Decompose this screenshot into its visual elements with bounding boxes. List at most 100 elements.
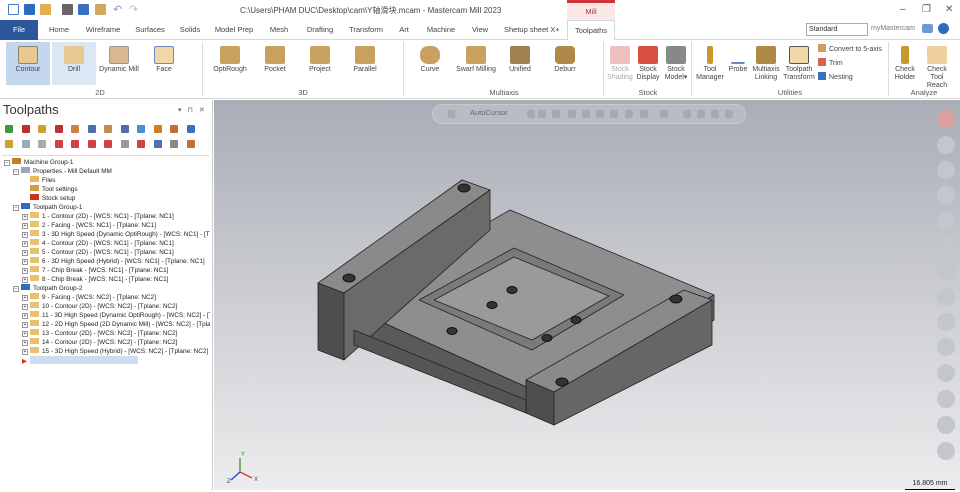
- view-control-button[interactable]: [937, 416, 955, 434]
- viewport-tool-icon[interactable]: [582, 110, 590, 118]
- tree-item[interactable]: +1 - Contour (2D) - [WCS: NC1] - [Tplane…: [22, 212, 174, 221]
- expand-toggle-icon[interactable]: +: [22, 232, 28, 238]
- panel-window-controls[interactable]: ▾ ⊓ ✕: [178, 106, 207, 114]
- expand-toggle-icon[interactable]: +: [22, 340, 28, 346]
- expand-toggle-icon[interactable]: −: [13, 286, 19, 292]
- close-button[interactable]: ✕: [945, 4, 953, 15]
- expand-toggle-icon[interactable]: +: [22, 277, 28, 283]
- panel-toolbar-button[interactable]: [54, 140, 63, 148]
- new-file-icon[interactable]: [8, 4, 19, 15]
- trim-button[interactable]: Trim: [818, 58, 843, 67]
- viewport-tool-icon[interactable]: [711, 110, 719, 118]
- convert-to-5-axis-button[interactable]: Convert to 5-axis: [818, 44, 882, 53]
- probe-button[interactable]: Probe: [726, 42, 750, 85]
- lock-icon[interactable]: [448, 110, 455, 118]
- unified-button[interactable]: Unified: [498, 42, 542, 85]
- flag-icon[interactable]: [95, 4, 106, 15]
- graphics-viewport[interactable]: [214, 100, 960, 490]
- viewport-tool-icon[interactable]: [697, 110, 705, 118]
- deburr-button[interactable]: Deburr: [543, 42, 587, 85]
- tab-mesh[interactable]: Mesh: [268, 20, 290, 40]
- tree-item[interactable]: +3 - 3D High Speed (Dynamic OptiRough) -…: [22, 230, 210, 239]
- print-icon[interactable]: [62, 4, 73, 15]
- expand-toggle-icon[interactable]: +: [22, 214, 28, 220]
- curve-button[interactable]: Curve: [408, 42, 452, 85]
- save-as-icon[interactable]: [78, 4, 89, 15]
- view-control-button[interactable]: [937, 313, 955, 331]
- expand-toggle-icon[interactable]: +: [22, 259, 28, 265]
- panel-toolbar-button[interactable]: [54, 125, 63, 133]
- expand-toggle-icon[interactable]: +: [22, 223, 28, 229]
- panel-toolbar-button[interactable]: [153, 125, 162, 133]
- tree-item[interactable]: +5 - Contour (2D) - [WCS: NC1] - [Tplane…: [22, 248, 174, 257]
- expand-toggle-icon[interactable]: −: [13, 205, 19, 211]
- viewport-tool-icon[interactable]: [596, 110, 604, 118]
- panel-toolbar-button[interactable]: [71, 125, 79, 133]
- expand-toggle-icon[interactable]: +: [22, 241, 28, 247]
- viewport-tool-icon[interactable]: [568, 110, 576, 118]
- expand-toggle-icon[interactable]: +: [22, 322, 28, 328]
- view-control-button[interactable]: [937, 136, 955, 154]
- tree-item[interactable]: +Stock setup: [22, 194, 75, 203]
- tab-model-prep[interactable]: Model Prep: [214, 20, 254, 40]
- panel-toolbar-button[interactable]: [137, 140, 145, 148]
- view-control-button[interactable]: [937, 390, 955, 408]
- panel-toolbar-button[interactable]: [153, 140, 162, 148]
- view-control-button[interactable]: [937, 161, 955, 179]
- config-select[interactable]: Standard: [806, 23, 868, 36]
- viewport-tool-icon[interactable]: [640, 110, 648, 118]
- tree-item[interactable]: +4 - Contour (2D) - [WCS: NC1] - [Tplane…: [22, 239, 174, 248]
- tree-item[interactable]: +12 - 2D High Speed (2D Dynamic Mill) - …: [22, 320, 210, 329]
- expand-toggle-icon[interactable]: +: [22, 313, 28, 319]
- tool-manager-button[interactable]: Tool Manager: [694, 42, 726, 85]
- expand-toggle-icon[interactable]: +: [22, 331, 28, 337]
- insert-arrow[interactable]: ▶: [22, 356, 138, 365]
- pocket-button[interactable]: Pocket: [253, 42, 297, 85]
- optirough-button[interactable]: OptiRough: [208, 42, 252, 85]
- tree-item[interactable]: +Files: [22, 176, 56, 185]
- expand-toggle-icon[interactable]: +: [22, 295, 28, 301]
- expand-toggle-icon[interactable]: +: [22, 268, 28, 274]
- tree-item[interactable]: +6 - 3D High Speed (Hybrid) - [WCS: NC1]…: [22, 257, 205, 266]
- tree-item[interactable]: +Tool settings: [22, 185, 78, 194]
- toolpath-transform-button[interactable]: Toolpath Transform: [782, 42, 816, 85]
- tree-item[interactable]: − Properties - Mill Default MM: [13, 167, 112, 176]
- autocursor-dropdown[interactable]: AutoCursor: [470, 108, 508, 117]
- expand-toggle-icon[interactable]: +: [22, 349, 28, 355]
- undo-icon[interactable]: ↶: [113, 3, 122, 16]
- tree-item[interactable]: +13 - Contour (2D) - [WCS: NC2] - [Tplan…: [22, 329, 177, 338]
- tree-item[interactable]: +15 - 3D High Speed (Hybrid) - [WCS: NC2…: [22, 347, 208, 356]
- panel-toolbar-button[interactable]: [170, 140, 178, 148]
- panel-toolbar-button[interactable]: [71, 140, 79, 148]
- help-icon[interactable]: [938, 23, 949, 34]
- tab-transform[interactable]: Transform: [349, 20, 383, 40]
- panel-toolbar-button[interactable]: [186, 140, 195, 148]
- tree-item[interactable]: − Machine Group-1: [4, 158, 73, 167]
- panel-toolbar-button[interactable]: [87, 125, 96, 133]
- swarf-milling-button[interactable]: Swarf Milling: [453, 42, 499, 85]
- feedback-icon[interactable]: [922, 24, 933, 33]
- viewport-tool-icon[interactable]: [625, 110, 633, 118]
- nesting-button[interactable]: Nesting: [818, 72, 853, 81]
- view-control-button[interactable]: [937, 288, 955, 306]
- tree-item[interactable]: − Toolpath Group-1: [13, 203, 82, 212]
- drill-button[interactable]: Drill: [52, 42, 96, 85]
- panel-toolbar-button[interactable]: [170, 125, 178, 133]
- viewport-tool-icon[interactable]: [610, 110, 618, 118]
- viewport-tool-icon[interactable]: [725, 110, 733, 118]
- viewport-tool-icon[interactable]: [552, 110, 560, 118]
- tab-home[interactable]: Home: [46, 20, 72, 40]
- dynamic-mill-button[interactable]: Dynamic Mill: [97, 42, 141, 85]
- stock-model-button[interactable]: Stock Model▾: [662, 42, 690, 85]
- expand-toggle-icon[interactable]: +: [22, 250, 28, 256]
- minimize-button[interactable]: –: [900, 4, 906, 15]
- expand-toggle-icon[interactable]: +: [22, 304, 28, 310]
- view-control-button[interactable]: [937, 442, 955, 460]
- panel-toolbar-button[interactable]: [38, 125, 46, 133]
- check-tool-reach-button[interactable]: Check Tool Reach: [920, 42, 954, 89]
- panel-toolbar-button[interactable]: [120, 125, 129, 133]
- open-icon[interactable]: [40, 4, 51, 15]
- tree-item[interactable]: +2 - Facing - [WCS: NC1] - [Tplane: NC1]: [22, 221, 156, 230]
- stock-display-button[interactable]: Stock Display: [634, 42, 662, 85]
- tab-art[interactable]: Art: [396, 20, 412, 40]
